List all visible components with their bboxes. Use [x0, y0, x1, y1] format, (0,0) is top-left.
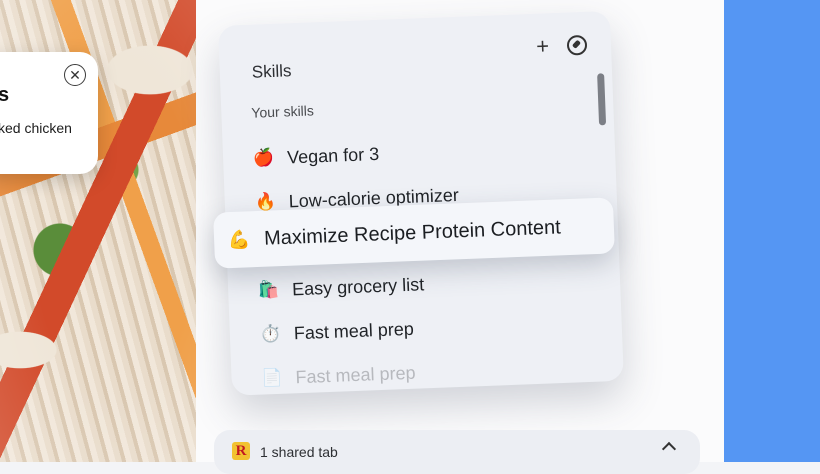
shared-tabs-bar[interactable]: R 1 shared tab [214, 430, 700, 474]
site-favicon-icon: R [232, 442, 250, 460]
scrollbar[interactable] [597, 73, 607, 126]
blue-side-panel [724, 0, 820, 462]
stopwatch-icon: ⏱️ [259, 323, 282, 344]
document-icon: 📄 [261, 367, 284, 388]
close-icon[interactable]: ✕ [64, 64, 86, 86]
your-skills-label: Your skills [251, 102, 315, 121]
skill-label: Fast meal prep [293, 318, 415, 343]
recipe-card-title: s [0, 84, 10, 106]
compass-icon[interactable] [566, 34, 588, 56]
skills-actions: + [536, 33, 588, 59]
skills-title: Skills [251, 61, 292, 82]
shopping-bag-icon: 🛍️ [257, 279, 280, 300]
recipe-card: ✕ s ked chicken [0, 52, 98, 174]
chevron-up-icon[interactable] [661, 441, 677, 457]
shared-tabs-label: 1 shared tab [260, 444, 338, 460]
skill-label: Easy grocery list [291, 273, 425, 299]
skill-label: Maximize Recipe Protein Content [263, 215, 562, 250]
flexed-biceps-icon: 💪 [227, 228, 251, 250]
apple-icon: 🍎 [252, 147, 275, 168]
add-icon[interactable]: + [536, 33, 550, 58]
recipe-card-text: ked chicken [0, 120, 72, 136]
skill-label: Fast meal prep [295, 362, 416, 387]
skill-label: Vegan for 3 [286, 143, 380, 167]
